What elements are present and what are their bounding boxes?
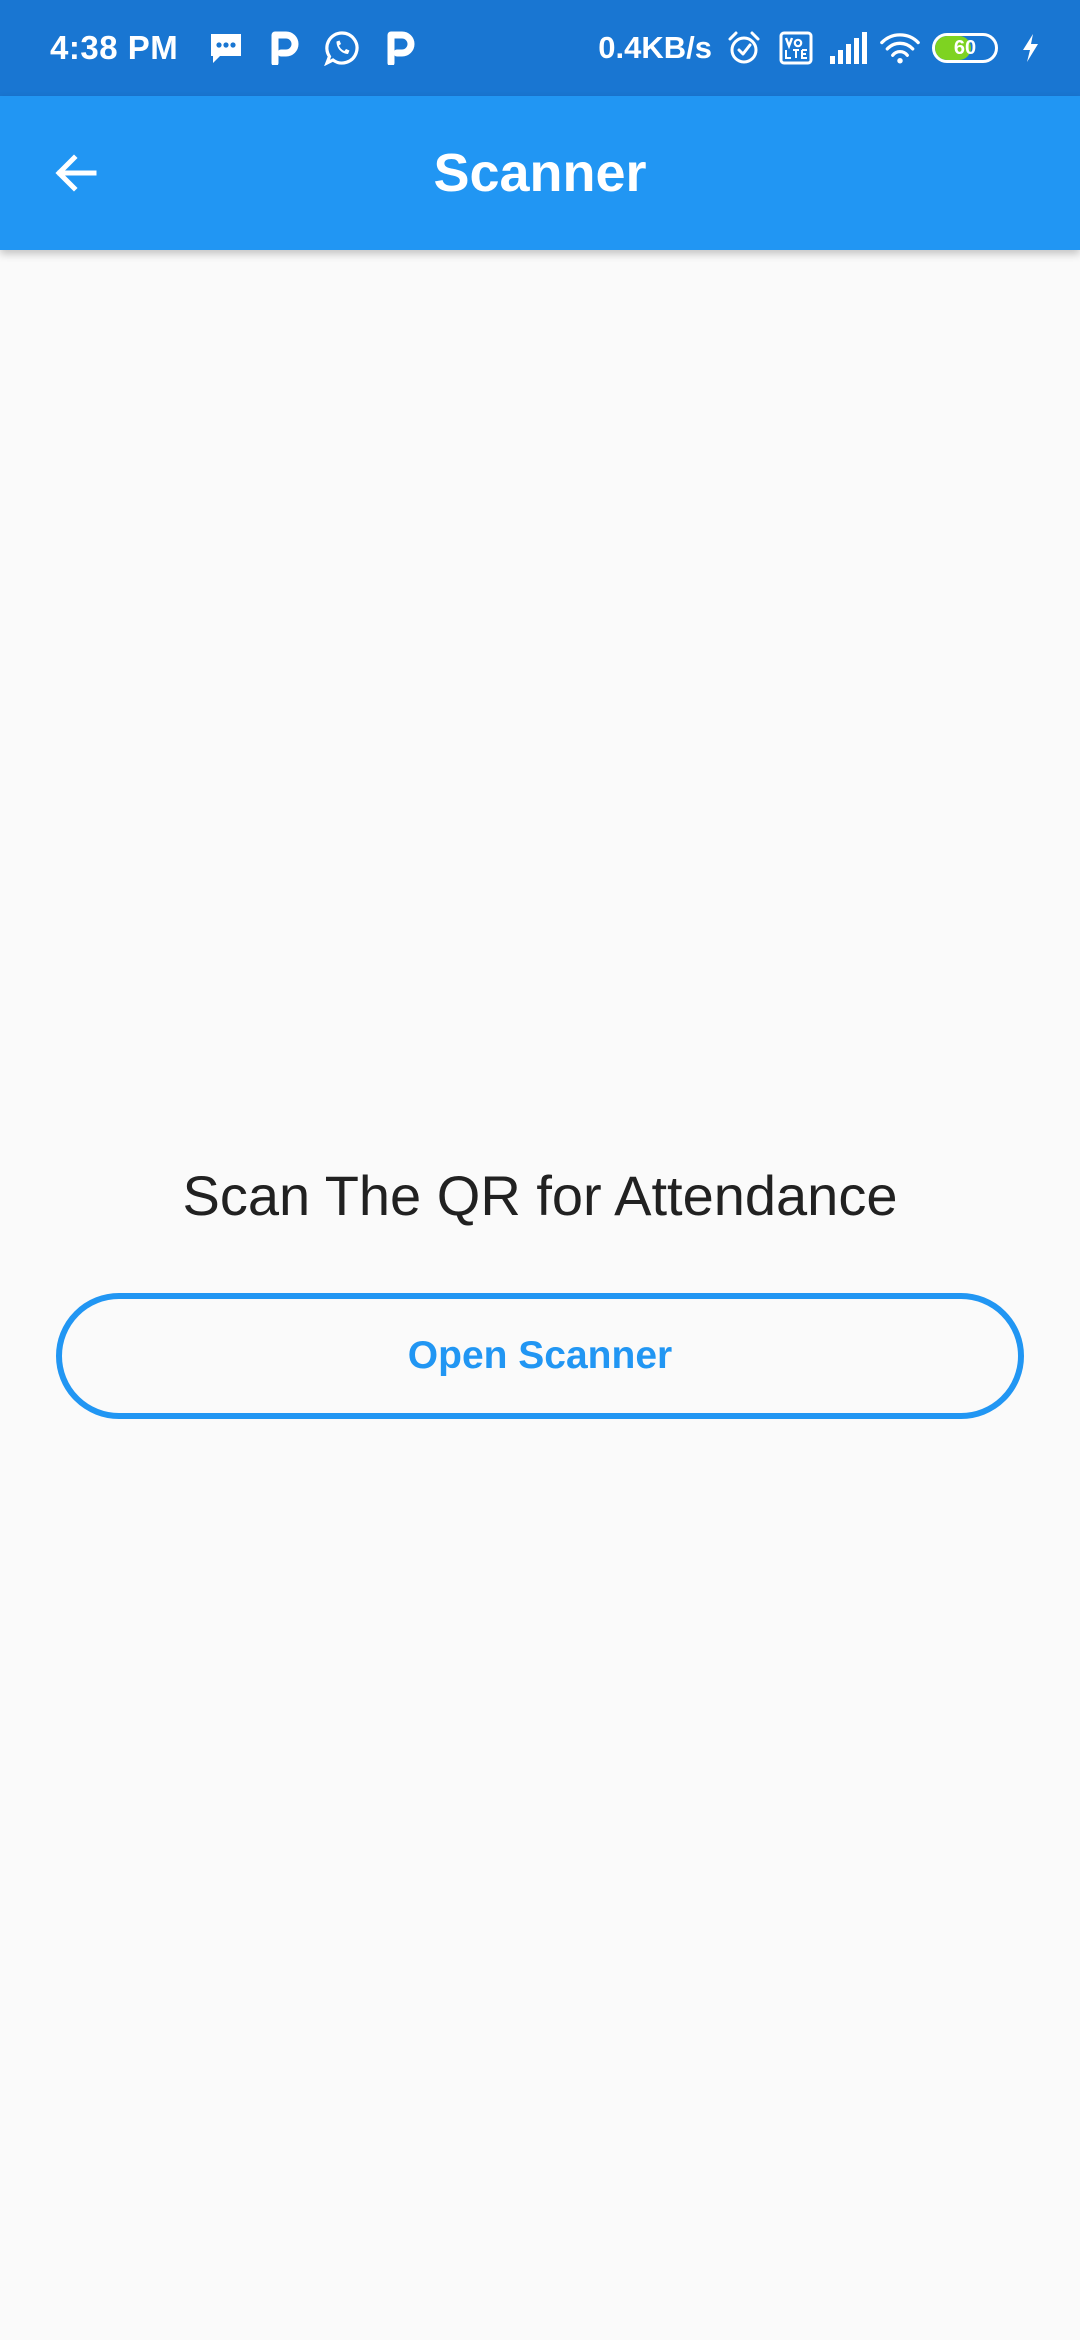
page-title: Scanner bbox=[433, 143, 647, 203]
wifi-icon bbox=[880, 28, 920, 68]
p-app-icon bbox=[380, 28, 420, 68]
message-icon bbox=[206, 28, 246, 68]
signal-icon bbox=[828, 28, 868, 68]
scan-prompt: Scan The QR for Attendance bbox=[182, 1164, 898, 1227]
network-speed: 0.4KB/s bbox=[598, 30, 712, 65]
whatsapp-icon bbox=[322, 28, 362, 68]
volte-icon bbox=[776, 28, 816, 68]
open-scanner-label: Open Scanner bbox=[407, 1334, 673, 1377]
battery-level: 60 bbox=[953, 37, 977, 59]
battery-indicator: 60 bbox=[932, 33, 998, 63]
alarm-icon bbox=[724, 28, 764, 68]
p-app-icon bbox=[264, 28, 304, 68]
app-bar: Scanner bbox=[0, 96, 1080, 250]
status-time: 4:38 PM bbox=[50, 29, 179, 66]
status-right: 0.4KB/s 60 bbox=[598, 0, 1050, 96]
charging-icon bbox=[1010, 28, 1050, 68]
status-bar: 4:38 PM 0.4KB/s 60 bbox=[0, 0, 1080, 96]
status-left: 4:38 PM bbox=[50, 0, 420, 96]
open-scanner-button[interactable]: Open Scanner bbox=[56, 1293, 1024, 1419]
